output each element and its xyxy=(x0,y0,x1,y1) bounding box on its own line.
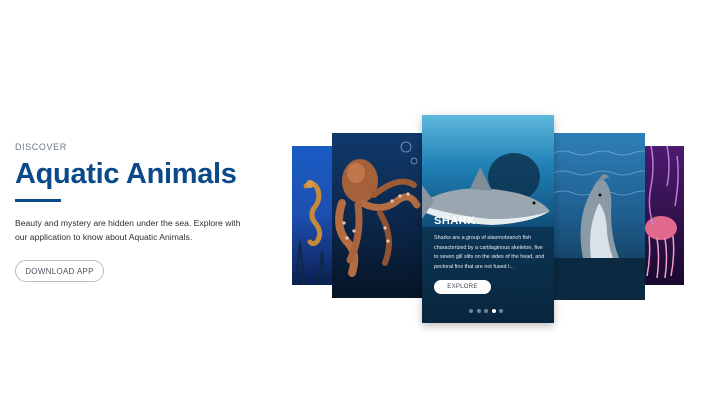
card-shark[interactable]: SHARK Sharks are a group of elasmobranch… xyxy=(422,115,554,323)
pagination-dot-active[interactable] xyxy=(491,309,496,313)
pagination-dot[interactable] xyxy=(476,309,481,313)
pagination-dot[interactable] xyxy=(499,309,503,313)
hero-description: Beauty and mystery are hidden under the … xyxy=(15,218,241,242)
explore-button[interactable]: EXPLORE xyxy=(434,280,491,294)
download-app-button[interactable]: DOWNLOAD APP xyxy=(15,260,104,282)
card-jellyfish[interactable] xyxy=(643,146,684,285)
hero-section: DISCOVER Aquatic Animals Beauty and myst… xyxy=(15,142,265,282)
seahorse-image xyxy=(292,146,336,285)
octopus-image xyxy=(332,133,424,298)
card-octopus[interactable] xyxy=(332,133,424,298)
title-underline xyxy=(15,199,61,202)
hero-eyebrow: DISCOVER xyxy=(15,142,67,152)
jellyfish-image xyxy=(643,146,684,285)
pagination-dot[interactable] xyxy=(484,309,488,313)
card-seahorse[interactable] xyxy=(292,146,336,285)
pagination-dot[interactable] xyxy=(469,309,473,313)
hero-title: Aquatic Animals xyxy=(15,158,237,190)
card-dolphin[interactable] xyxy=(553,133,645,300)
carousel-pagination xyxy=(469,309,503,313)
dolphin-image xyxy=(553,133,645,300)
card-title: SHARK xyxy=(434,215,476,227)
card-description: Sharks are a group of elasmobranch fish … xyxy=(434,235,545,270)
